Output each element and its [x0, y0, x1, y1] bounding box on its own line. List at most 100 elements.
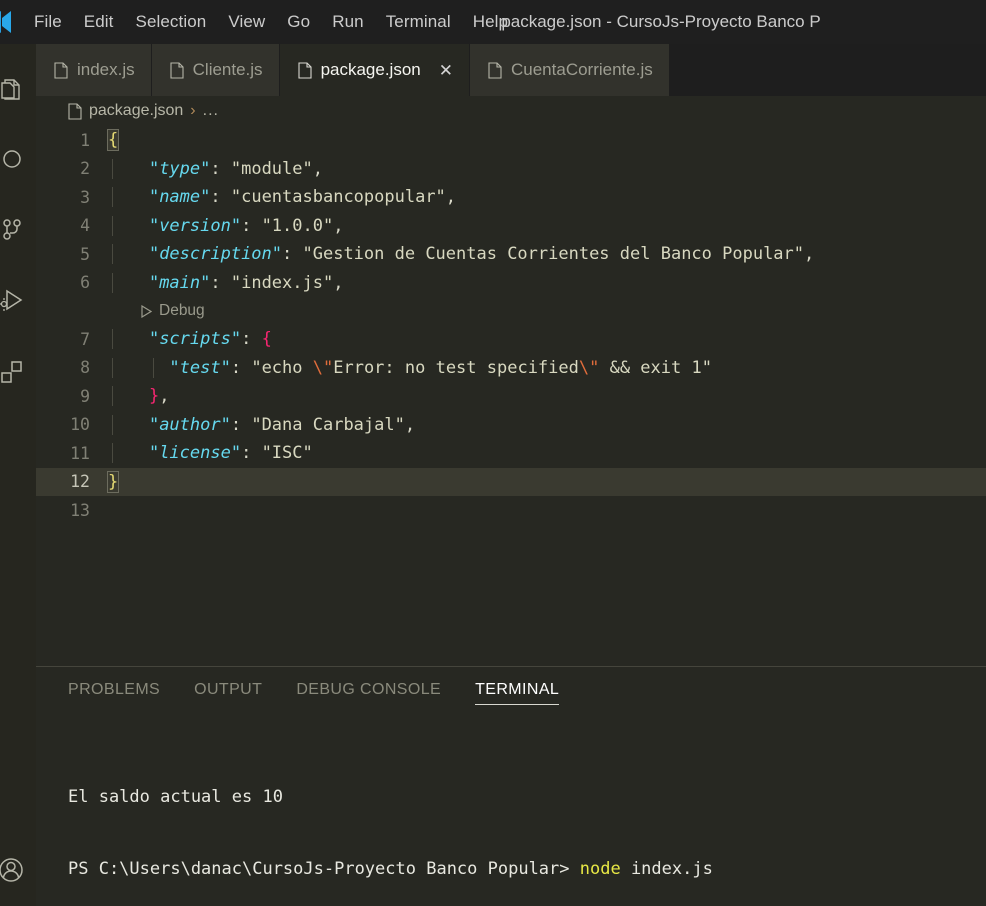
token-key: "test" — [169, 357, 231, 378]
terminal-command-args: index.js — [620, 859, 713, 879]
token-comma: , — [333, 272, 344, 293]
explorer-icon[interactable] — [0, 66, 36, 114]
tab-cuentacorriente-js[interactable]: CuentaCorriente.js — [470, 44, 670, 96]
tab-label: CuentaCorriente.js — [511, 60, 653, 79]
token-comma: , — [333, 215, 344, 236]
panel-tab-terminal[interactable]: TERMINAL — [475, 667, 560, 713]
tab-cliente-js[interactable]: Cliente.js — [151, 44, 280, 96]
breadcrumb-file[interactable]: package.json — [89, 102, 183, 120]
token-string: && exit 1" — [599, 357, 712, 378]
line-number: 1 — [80, 130, 90, 150]
token-colon: : — [241, 215, 262, 236]
menu-item-edit[interactable]: Edit — [73, 9, 125, 35]
search-icon[interactable] — [0, 136, 36, 184]
extensions-icon[interactable] — [0, 348, 36, 396]
source-control-icon[interactable] — [0, 206, 36, 254]
token-colon: : — [241, 443, 262, 464]
line-number: 8 — [80, 358, 90, 378]
line-number: 13 — [70, 500, 90, 520]
token-escape: \" — [578, 357, 600, 378]
line-content: "version": "1.0.0", — [108, 215, 986, 236]
token-string: "1.0.0" — [261, 215, 334, 236]
line-number: 2 — [80, 159, 90, 179]
line-number: 4 — [80, 216, 90, 236]
terminal-prompt: PS C:\Users\danac\CursoJs-Proyecto Banco… — [68, 859, 580, 879]
menu-item-run[interactable]: Run — [321, 9, 375, 35]
play-icon — [140, 304, 153, 318]
line-number: 5 — [80, 244, 90, 264]
code-line: 5 "description": "Gestion de Cuentas Cor… — [36, 240, 986, 269]
line-content: } — [106, 470, 986, 493]
code-editor[interactable]: 1 { 2 "type": "module", 3 "name": "cuent… — [36, 126, 986, 666]
menu-item-file[interactable]: File — [23, 9, 73, 35]
token-colon: : — [230, 414, 252, 435]
bottom-panel: PROBLEMS OUTPUT DEBUG CONSOLE TERMINAL E… — [36, 666, 986, 906]
token-colon: : — [230, 357, 252, 378]
line-content: "test": "echo \"Error: no test specified… — [108, 357, 986, 378]
token-key: "scripts" — [148, 329, 242, 350]
panel-tab-bar: PROBLEMS OUTPUT DEBUG CONSOLE TERMINAL — [36, 667, 986, 713]
token-string: Error: no test specified — [333, 357, 579, 378]
line-content: "description": "Gestion de Cuentas Corri… — [108, 244, 986, 265]
terminal-line: El saldo actual es 10 — [68, 787, 283, 807]
token-key: "type" — [148, 158, 211, 179]
line-number: 11 — [70, 443, 90, 463]
line-content: "license": "ISC" — [108, 443, 986, 464]
token-key: "author" — [148, 414, 231, 435]
tab-label: package.json — [320, 60, 421, 79]
tab-index-js[interactable]: index.js — [36, 44, 152, 96]
menu-item-selection[interactable]: Selection — [125, 9, 218, 35]
token-comma: , — [404, 414, 416, 435]
token-string: "ISC" — [261, 443, 313, 464]
code-line: 3 "name": "cuentasbancopopular", — [36, 183, 986, 212]
panel-tab-debug-console[interactable]: DEBUG CONSOLE — [296, 667, 441, 713]
token-brace-close: } — [106, 470, 120, 493]
token-brace-close: } — [148, 386, 160, 407]
line-number: 9 — [80, 386, 90, 406]
token-colon: : — [210, 272, 231, 293]
line-number: 6 — [80, 273, 90, 293]
token-escape: \" — [312, 357, 334, 378]
menu-item-terminal[interactable]: Terminal — [375, 9, 462, 35]
code-line: 2 "type": "module", — [36, 155, 986, 184]
panel-tab-problems[interactable]: PROBLEMS — [68, 667, 160, 713]
token-string: "index.js" — [230, 272, 334, 293]
token-colon: : — [282, 244, 303, 265]
breadcrumb: package.json › ... — [36, 96, 986, 126]
menu-item-go[interactable]: Go — [276, 9, 321, 35]
title-bar: File Edit Selection View Go Run Terminal… — [0, 0, 986, 44]
line-content: "author": "Dana Carbajal", — [108, 414, 986, 435]
breadcrumb-more[interactable]: ... — [203, 102, 219, 120]
token-brace-open: { — [261, 329, 272, 350]
token-key: "name" — [148, 187, 211, 208]
line-number: 3 — [80, 187, 90, 207]
accounts-icon[interactable] — [0, 846, 36, 894]
token-key: "main" — [148, 272, 211, 293]
terminal-output[interactable]: El saldo actual es 10 PS C:\Users\danac\… — [36, 713, 986, 906]
menu-item-view[interactable]: View — [217, 9, 276, 35]
code-line: 11 "license": "ISC" — [36, 439, 986, 468]
run-and-debug-icon[interactable] — [0, 276, 36, 324]
token-key: "description" — [148, 244, 283, 265]
token-string: "module" — [230, 158, 313, 179]
file-icon — [54, 61, 68, 79]
menu-item-help[interactable]: Help — [462, 9, 519, 35]
line-content: "name": "cuentasbancopopular", — [108, 187, 986, 208]
codelens-label[interactable]: Debug — [159, 302, 205, 320]
editor-tab-bar: index.js Cliente.js package.json ✕ Cuent… — [36, 44, 986, 96]
token-key: "license" — [148, 443, 242, 464]
menu-bar: File Edit Selection View Go Run Terminal… — [23, 9, 519, 35]
vscode-window: File Edit Selection View Go Run Terminal… — [0, 0, 986, 906]
tab-label: Cliente.js — [192, 60, 263, 79]
tab-label: index.js — [77, 60, 135, 79]
panel-tab-output[interactable]: OUTPUT — [194, 667, 262, 713]
close-icon[interactable]: ✕ — [439, 62, 453, 79]
window-title-text: package.json - CursoJs-Proyecto Banco P — [501, 12, 821, 31]
token-colon: : — [210, 158, 231, 179]
token-string: "cuentasbancopopular" — [230, 187, 446, 208]
code-line: 7 "scripts": { — [36, 325, 986, 354]
line-content: "scripts": { — [108, 329, 986, 350]
codelens-debug[interactable]: Debug — [36, 297, 986, 325]
file-icon — [488, 61, 502, 79]
tab-package-json[interactable]: package.json ✕ — [279, 44, 470, 96]
